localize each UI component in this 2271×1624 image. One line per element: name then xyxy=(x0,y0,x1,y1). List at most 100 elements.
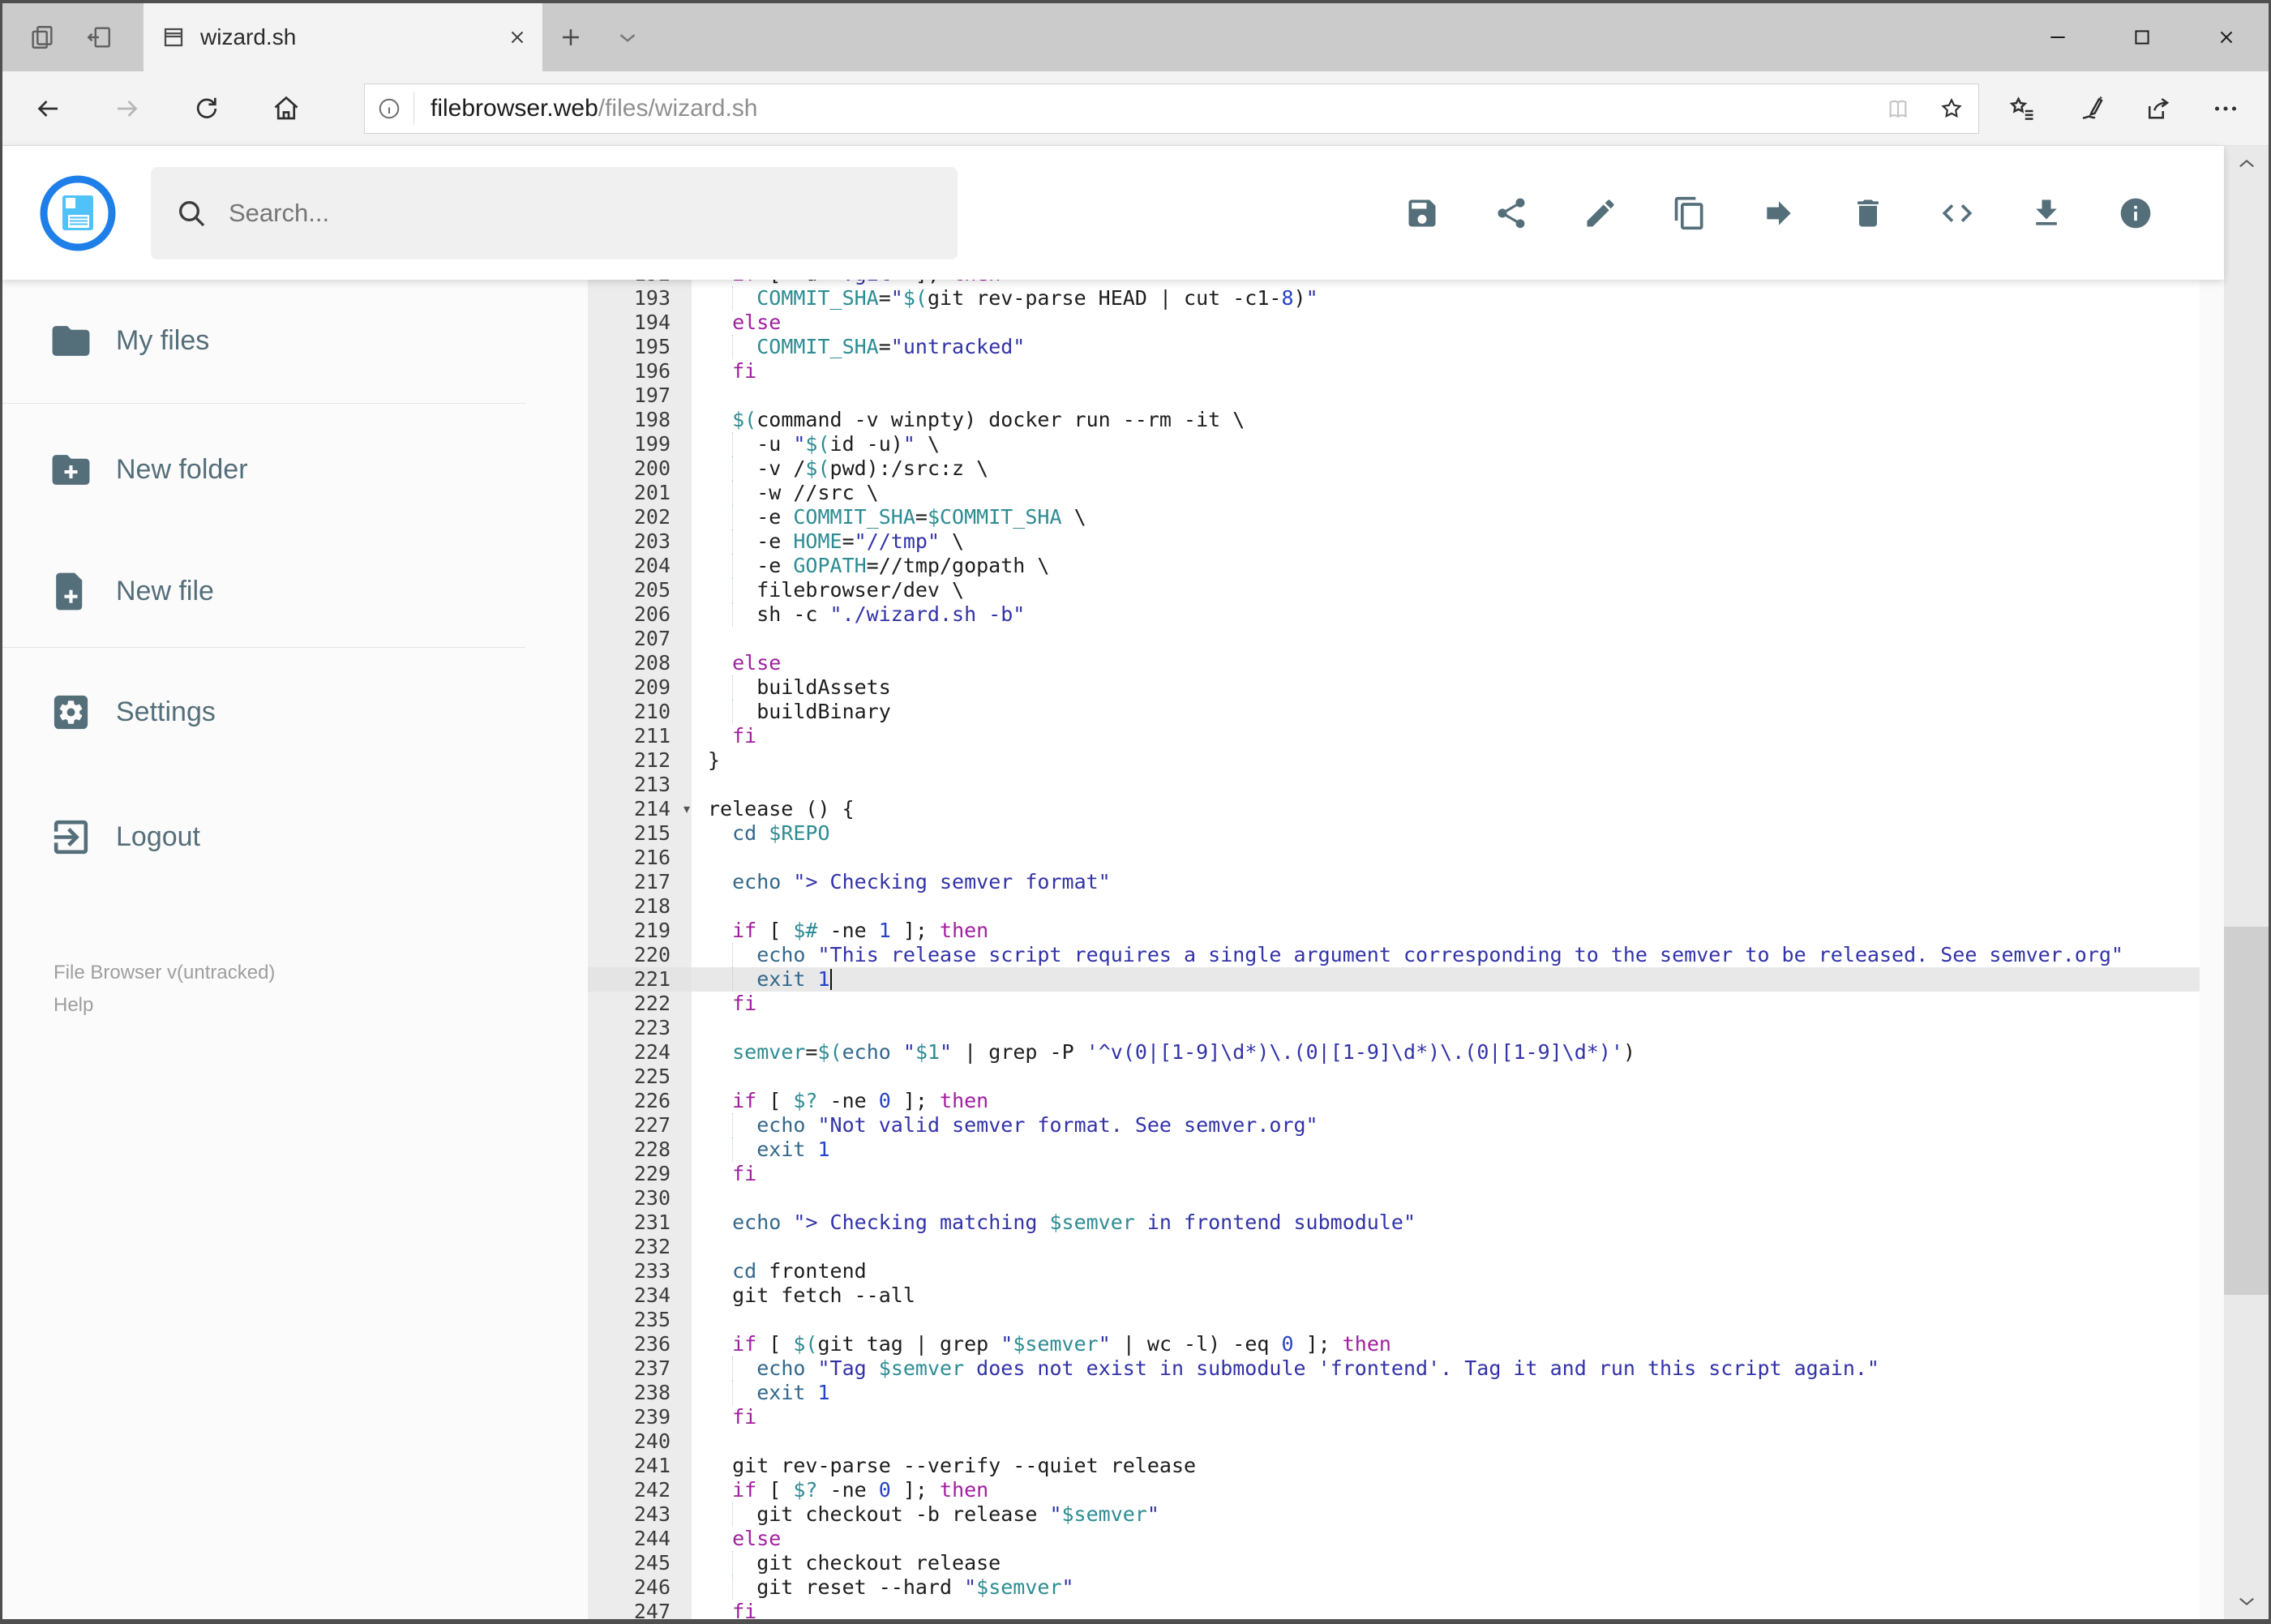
code-line[interactable]: 226 if [ $? -ne 0 ]; then xyxy=(588,1089,2200,1113)
code-line[interactable]: 236 if [ $(git tag | grep "$semver" | wc… xyxy=(588,1332,2200,1356)
tabs-set-aside-icon[interactable] xyxy=(71,3,127,71)
code-line[interactable]: 198 $(command -v winpty) docker run --rm… xyxy=(588,408,2200,432)
code-line[interactable]: 227 echo "Not valid semver format. See s… xyxy=(588,1113,2200,1138)
code-line[interactable]: 222 fi xyxy=(588,992,2200,1016)
sidebar-item-new-folder[interactable]: New folder xyxy=(2,443,588,496)
code-line[interactable]: 237 echo "Tag $semver does not exist in … xyxy=(588,1356,2200,1381)
add-favorite-star-icon[interactable] xyxy=(1925,96,1978,122)
code-line[interactable]: 242 if [ $? -ne 0 ]; then xyxy=(588,1478,2200,1502)
new-tab-button[interactable] xyxy=(542,3,599,71)
code-line[interactable]: 210 buildBinary xyxy=(588,700,2200,724)
code-line[interactable]: 225 xyxy=(588,1065,2200,1089)
tab-close-icon[interactable] xyxy=(507,27,528,48)
code-line[interactable]: 219 if [ $# -ne 1 ]; then xyxy=(588,919,2200,943)
code-line[interactable]: 217 echo "> Checking semver format" xyxy=(588,870,2200,894)
code-line[interactable]: 231 echo "> Checking matching $semver in… xyxy=(588,1211,2200,1235)
site-info-icon[interactable] xyxy=(365,92,414,125)
code-line[interactable]: 216 xyxy=(588,846,2200,870)
code-line[interactable]: 203 -e HOME="//tmp" \ xyxy=(588,529,2200,554)
address-bar[interactable]: filebrowser.web/files/wizard.sh xyxy=(364,83,1979,134)
code-line[interactable]: 196 fi xyxy=(588,359,2200,384)
fold-marker-icon[interactable]: ▾ xyxy=(683,797,690,821)
save-button[interactable] xyxy=(1403,195,1441,232)
code-line[interactable]: 232 xyxy=(588,1235,2200,1259)
back-button[interactable] xyxy=(24,84,72,133)
code-line[interactable]: 212} xyxy=(588,748,2200,773)
code-line[interactable]: 209 buildAssets xyxy=(588,675,2200,700)
code-line[interactable]: 228 exit 1 xyxy=(588,1138,2200,1162)
scroll-down-icon[interactable] xyxy=(2224,1582,2269,1619)
code-line[interactable]: 195 COMMIT_SHA="untracked" xyxy=(588,335,2200,359)
browser-tab[interactable]: wizard.sh xyxy=(144,3,542,71)
move-button[interactable] xyxy=(1760,195,1798,232)
url-text[interactable]: filebrowser.web/files/wizard.sh xyxy=(414,95,1871,122)
forward-button[interactable] xyxy=(103,84,152,133)
code-line[interactable]: 233 cd frontend xyxy=(588,1259,2200,1283)
more-options-icon[interactable] xyxy=(2201,84,2250,133)
help-link[interactable]: Help xyxy=(54,989,588,1022)
share-icon[interactable] xyxy=(2133,84,2182,133)
maximize-button[interactable] xyxy=(2100,3,2184,71)
download-button[interactable] xyxy=(2028,195,2065,232)
annotate-pen-icon[interactable] xyxy=(2066,84,2115,133)
code-line[interactable]: 199 -u "$(id -u)" \ xyxy=(588,432,2200,456)
home-button[interactable] xyxy=(262,84,311,133)
code-line[interactable]: 193 COMMIT_SHA="$(git rev-parse HEAD | c… xyxy=(588,286,2200,311)
code-line[interactable]: 194 else xyxy=(588,311,2200,335)
code-line[interactable]: 224 semver=$(echo "$1" | grep -P '^v(0|[… xyxy=(588,1040,2200,1065)
code-line[interactable]: 192 if [ -d ".git" ]; then xyxy=(588,280,2200,286)
minimize-button[interactable] xyxy=(2016,3,2100,71)
code-line[interactable]: 239 fi xyxy=(588,1405,2200,1429)
code-line[interactable]: 220 echo "This release script requires a… xyxy=(588,943,2200,967)
code-line[interactable]: 240 xyxy=(588,1429,2200,1454)
code-button[interactable] xyxy=(1939,195,1976,232)
page-scrollbar[interactable] xyxy=(2224,146,2269,1619)
edit-button[interactable] xyxy=(1582,195,1619,232)
code-line[interactable]: 206 sh -c "./wizard.sh -b" xyxy=(588,602,2200,627)
code-line[interactable]: 200 -v /$(pwd):/src:z \ xyxy=(588,456,2200,481)
code-line[interactable]: 229 fi xyxy=(588,1162,2200,1186)
search-input[interactable] xyxy=(227,197,958,229)
code-line[interactable]: 215 cd $REPO xyxy=(588,821,2200,846)
code-line[interactable]: 247 fi xyxy=(588,1600,2200,1619)
code-line[interactable]: 208 else xyxy=(588,651,2200,675)
share-button[interactable] xyxy=(1493,195,1530,232)
scrollbar-thumb[interactable] xyxy=(2224,927,2269,1296)
tab-preview-icon[interactable] xyxy=(14,3,71,71)
info-button[interactable] xyxy=(2117,195,2154,232)
code-line[interactable]: 205 filebrowser/dev \ xyxy=(588,578,2200,602)
filebrowser-logo-icon[interactable] xyxy=(39,174,117,252)
tab-list-chevron-icon[interactable] xyxy=(599,3,656,71)
code-line[interactable]: 197 xyxy=(588,384,2200,408)
code-line[interactable]: 235 xyxy=(588,1308,2200,1332)
sidebar-item-logout[interactable]: Logout xyxy=(2,810,588,863)
code-line[interactable]: 207 xyxy=(588,627,2200,651)
code-line[interactable]: 201 -w //src \ xyxy=(588,481,2200,505)
favorites-hub-icon[interactable] xyxy=(1998,84,2046,133)
code-line[interactable]: 214 ▾ release () { xyxy=(588,797,2200,821)
copy-button[interactable] xyxy=(1671,195,1708,232)
code-line[interactable]: 223 xyxy=(588,1016,2200,1040)
reading-view-icon[interactable] xyxy=(1871,96,1925,122)
code-line[interactable]: 202 -e COMMIT_SHA=$COMMIT_SHA \ xyxy=(588,505,2200,529)
code-editor[interactable]: 192 if [ -d ".git" ]; then193 COMMIT_SHA… xyxy=(588,280,2200,1619)
code-line[interactable]: 230 xyxy=(588,1186,2200,1211)
sidebar-item-new-file[interactable]: New file xyxy=(2,564,588,618)
refresh-button[interactable] xyxy=(182,84,231,133)
code-line[interactable]: 213 xyxy=(588,773,2200,797)
code-line[interactable]: 211 fi xyxy=(588,724,2200,748)
code-line[interactable]: 244 else xyxy=(588,1527,2200,1551)
code-line[interactable]: 204 -e GOPATH=//tmp/gopath \ xyxy=(588,554,2200,578)
code-line[interactable]: 234 git fetch --all xyxy=(588,1283,2200,1308)
close-button[interactable] xyxy=(2184,3,2269,71)
code-line[interactable]: 245 git checkout release xyxy=(588,1551,2200,1575)
search-box[interactable] xyxy=(151,166,958,259)
code-line[interactable]: 243 git checkout -b release "$semver" xyxy=(588,1502,2200,1527)
code-line[interactable]: 246 git reset --hard "$semver" xyxy=(588,1575,2200,1600)
delete-button[interactable] xyxy=(1849,195,1887,232)
scroll-up-icon[interactable] xyxy=(2224,146,2269,183)
code-line[interactable]: 221 exit 1 xyxy=(588,967,2200,992)
sidebar-item-settings[interactable]: Settings xyxy=(2,685,588,739)
sidebar-item-my-files[interactable]: My files xyxy=(2,314,588,367)
code-line[interactable]: 238 exit 1 xyxy=(588,1381,2200,1405)
